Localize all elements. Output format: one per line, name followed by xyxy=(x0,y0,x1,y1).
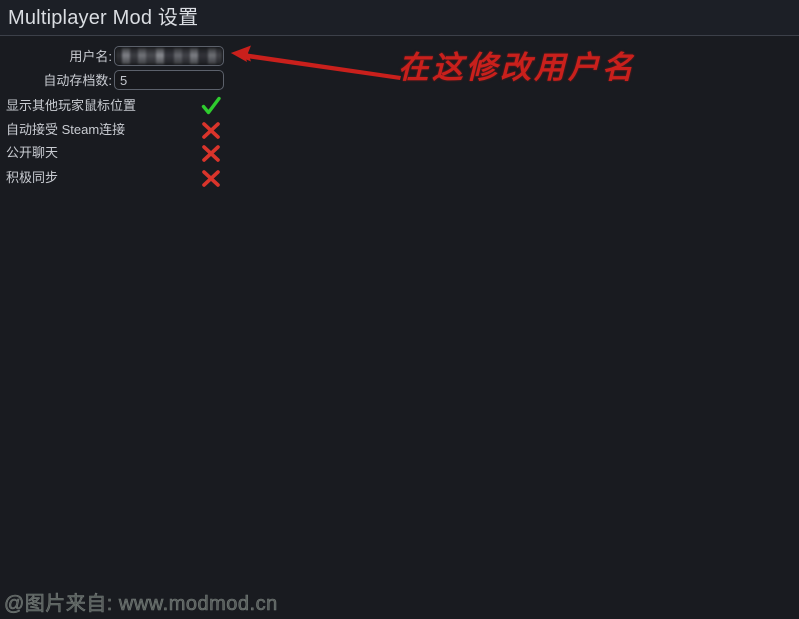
annotation-text: 在这修改用户名 xyxy=(398,50,636,86)
window-title-bar: Multiplayer Mod 设置 xyxy=(0,0,799,36)
toggle-label-aggressive-sync: 积极同步 xyxy=(6,170,59,185)
mod-settings-window: Multiplayer Mod 设置 用户名: 自动存档数: 5 显示其他玩家鼠… xyxy=(0,0,799,619)
cross-icon[interactable] xyxy=(199,167,223,190)
toggle-row-show-other-players-cursor[interactable]: 显示其他玩家鼠标位置 xyxy=(0,95,240,118)
toggle-label-auto-accept-steam-connection: 自动接受 Steam连接 xyxy=(6,122,126,137)
window-title: Multiplayer Mod 设置 xyxy=(8,7,199,29)
check-icon[interactable] xyxy=(199,95,223,118)
username-input[interactable] xyxy=(114,46,224,66)
toggle-row-auto-accept-steam-connection[interactable]: 自动接受 Steam连接 xyxy=(0,119,240,142)
toggle-label-public-chat: 公开聊天 xyxy=(6,145,59,160)
toggle-label-show-other-players-cursor: 显示其他玩家鼠标位置 xyxy=(6,98,137,113)
form-row-username: 用户名: xyxy=(0,46,240,68)
toggle-row-aggressive-sync[interactable]: 积极同步 xyxy=(0,167,240,190)
cross-icon[interactable] xyxy=(199,142,223,165)
autosave-count-input[interactable]: 5 xyxy=(114,70,224,90)
annotation-arrow-icon xyxy=(225,40,405,86)
username-censored-overlay xyxy=(116,48,222,64)
cross-icon[interactable] xyxy=(199,119,223,142)
form-row-autosave-count: 自动存档数: 5 xyxy=(0,70,240,92)
autosave-count-value: 5 xyxy=(120,73,128,88)
username-label: 用户名: xyxy=(69,49,112,64)
autosave-count-label: 自动存档数: xyxy=(43,73,112,88)
toggle-row-public-chat[interactable]: 公开聊天 xyxy=(0,142,240,165)
watermark: @图片来自: www.modmod.cn xyxy=(4,593,278,616)
